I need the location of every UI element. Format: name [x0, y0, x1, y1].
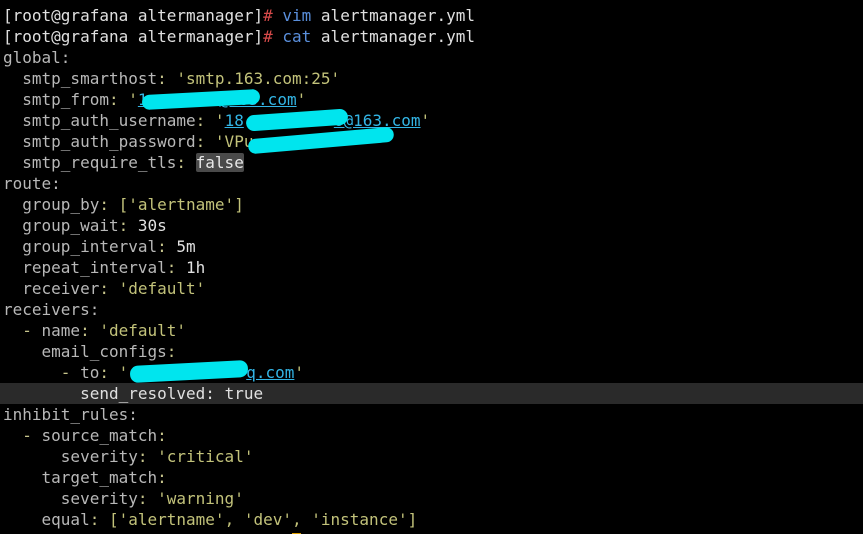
yaml-value-link[interactable]: q.com	[246, 363, 294, 382]
yaml-value-link[interactable]: 18	[225, 111, 244, 130]
yaml-route: route:	[0, 173, 863, 194]
yaml-severity-warning: severity: 'warning'	[60, 489, 244, 508]
prompt-symbol: #	[263, 6, 273, 25]
yaml-key: source_match	[41, 426, 158, 445]
yaml-key: smtp_auth_username	[22, 111, 196, 130]
yaml-global: global:	[0, 47, 863, 68]
yaml-group-by: group_by: ['alertname']	[22, 195, 244, 214]
command-arg: alertmanager.yml	[320, 6, 476, 25]
yaml-receiver: receiver: 'default'	[22, 279, 206, 298]
yaml-repeat-interval: repeat_interval: 1h	[22, 258, 206, 277]
yaml-equal: equal: ['alertname', 'dev', 'instance']	[41, 510, 418, 529]
yaml-key: group_wait	[22, 216, 119, 235]
yaml-value: 1h	[186, 258, 206, 277]
yaml-key: route:	[3, 174, 61, 193]
yaml-key: target_match	[41, 468, 158, 487]
yaml-value: ['alertname']	[118, 195, 244, 214]
yaml-key: receiver	[22, 279, 100, 298]
prompt-line-vim: [root@grafana altermanager]# vim alertma…	[0, 5, 863, 26]
quote: '	[128, 90, 138, 109]
prompt-line-cat: [root@grafana altermanager]# cat alertma…	[0, 26, 863, 47]
yaml-username: smtp_auth_username: '18 6@163.com'	[22, 111, 431, 130]
yaml-from: smtp_from: '1@163.com'	[22, 90, 307, 109]
yaml-value: 30s	[137, 216, 167, 235]
command-arg: alertmanager.yml	[320, 27, 476, 46]
command-vim: vim	[282, 6, 312, 25]
yaml-key: smtp_from	[22, 90, 109, 109]
yaml-key: global:	[3, 48, 71, 67]
quote: '	[296, 90, 307, 109]
yaml-value: 'critical'	[157, 447, 254, 466]
yaml-key: smtp_smarthost	[22, 69, 158, 88]
yaml-smarthost: smtp_smarthost: 'smtp.163.com:25'	[22, 69, 341, 88]
yaml-key: equal	[41, 510, 90, 529]
yaml-group-interval: group_interval: 5m	[22, 237, 196, 256]
yaml-value: 'default'	[118, 279, 206, 298]
yaml-severity-critical: severity: 'critical'	[60, 447, 254, 466]
command-cat: cat	[282, 27, 312, 46]
prompt-text: [root@grafana altermanager]	[3, 6, 264, 25]
next-prompt-line	[0, 528, 863, 534]
yaml-source-match: - source_match:	[22, 426, 167, 445]
yaml-key: inhibit_rules:	[3, 405, 138, 424]
yaml-key: receivers:	[3, 300, 100, 319]
yaml-receivers: receivers:	[0, 299, 863, 320]
quote: '	[294, 363, 305, 382]
yaml-key: smtp_require_tls	[22, 153, 177, 172]
yaml-value: ['alertname', 'dev', 'instance']	[108, 510, 418, 529]
yaml-key: group_interval	[22, 237, 158, 256]
prompt-symbol: #	[263, 27, 273, 46]
yaml-value: 5m	[176, 237, 196, 256]
yaml-inhibit-rules: inhibit_rules:	[0, 404, 863, 425]
yaml-tls: smtp_require_tls: false	[22, 153, 244, 172]
yaml-key: severity	[60, 447, 138, 466]
quote: '	[420, 111, 431, 130]
terminal-window[interactable]: [root@grafana altermanager]# vim alertma…	[0, 0, 863, 534]
prompt-text: [root@grafana altermanager]	[3, 27, 264, 46]
yaml-target-match: target_match:	[41, 468, 167, 487]
yaml-key: send_resolved	[80, 384, 206, 403]
yaml-key: group_by	[22, 195, 100, 214]
quote: '	[214, 111, 225, 130]
yaml-group-wait: group_wait: 30s	[22, 216, 167, 235]
yaml-key: name	[41, 321, 81, 340]
yaml-send-resolved: send_resolved: true	[0, 383, 863, 404]
yaml-value: true	[224, 384, 264, 403]
yaml-password: smtp_auth_password: 'VPu'	[0, 131, 863, 152]
yaml-key: to	[80, 363, 100, 382]
yaml-name: - name: 'default'	[22, 321, 187, 340]
yaml-key: email_configs	[41, 342, 167, 361]
yaml-key: repeat_interval	[22, 258, 167, 277]
yaml-key: severity	[60, 489, 138, 508]
yaml-key: smtp_auth_password	[22, 132, 196, 151]
yaml-value: 'warning'	[157, 489, 244, 508]
yaml-value: 'default'	[99, 321, 187, 340]
yaml-value: 'smtp.163.com:25'	[176, 69, 341, 88]
yaml-email-configs: email_configs:	[41, 342, 177, 361]
yaml-value-bool: false	[195, 153, 244, 172]
quote: '	[118, 363, 129, 382]
